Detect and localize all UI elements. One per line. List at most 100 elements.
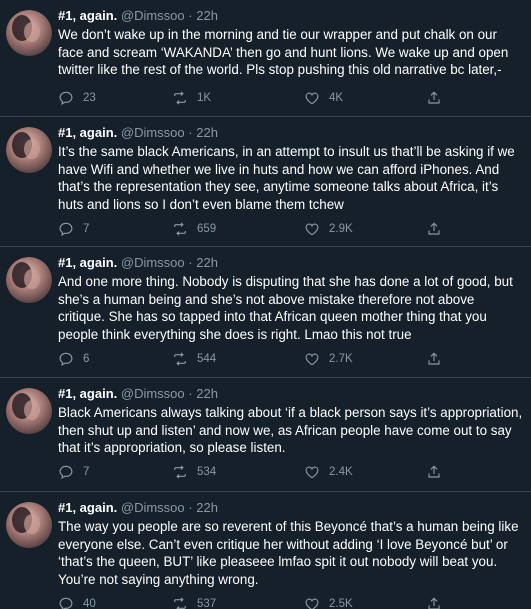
retweet-button[interactable]: 534 — [172, 463, 216, 481]
tweet-text: And one more thing. Nobody is disputing … — [58, 274, 513, 342]
tweet[interactable]: #1, again. @Dimssoo · 22h We don’t wake … — [0, 0, 531, 117]
tweet-header: #1, again. @Dimssoo · 22h — [58, 8, 524, 24]
like-count: 2.7K — [329, 353, 353, 365]
tweet[interactable]: #1, again. @Dimssoo · 22h And one more t… — [0, 247, 531, 378]
tweet-header: #1, again. @Dimssoo · 22h — [58, 386, 524, 402]
like-count: 2.4K — [329, 466, 353, 478]
user-handle[interactable]: @Dimssoo — [121, 500, 185, 515]
heart-icon — [305, 92, 319, 105]
share-button[interactable] — [426, 595, 451, 609]
reply-button[interactable]: 23 — [58, 89, 96, 107]
heart-icon — [305, 353, 319, 366]
retweet-icon — [174, 465, 186, 479]
tweet-header: #1, again. @Dimssoo · 22h — [58, 500, 524, 516]
separator-dot: · — [188, 125, 193, 140]
separator-dot: · — [188, 255, 193, 270]
share-button[interactable] — [426, 89, 451, 107]
heart-icon — [305, 466, 319, 479]
retweet-button[interactable]: 544 — [172, 350, 216, 368]
timestamp[interactable]: 22h — [196, 386, 218, 401]
separator-dot: · — [188, 8, 193, 23]
tweet-actions: 7 659 2.9K — [58, 220, 478, 238]
reply-count: 7 — [83, 223, 90, 235]
timestamp[interactable]: 22h — [196, 125, 218, 140]
like-button[interactable]: 2.9K — [304, 220, 353, 238]
like-count: 4K — [329, 92, 344, 104]
like-count: 2.5K — [329, 598, 353, 609]
avatar[interactable] — [6, 10, 52, 56]
reply-button[interactable]: 40 — [58, 595, 96, 609]
reply-icon — [59, 465, 73, 480]
separator-dot: · — [188, 500, 193, 515]
reply-count: 6 — [83, 353, 90, 365]
reply-icon — [59, 222, 73, 237]
like-button[interactable]: 4K — [304, 89, 343, 107]
retweet-count: 1K — [197, 92, 212, 104]
heart-icon — [305, 223, 319, 236]
display-name[interactable]: #1, again. — [58, 386, 117, 401]
reply-icon — [59, 352, 73, 367]
avatar[interactable] — [6, 502, 52, 548]
like-count: 2.9K — [329, 223, 353, 235]
share-icon — [428, 597, 440, 609]
reply-icon — [59, 597, 73, 609]
user-handle[interactable]: @Dimssoo — [121, 386, 185, 401]
avatar[interactable] — [6, 388, 52, 434]
tweet-actions: 6 544 2.7K — [58, 350, 478, 368]
tweet[interactable]: #1, again. @Dimssoo · 22h The way you pe… — [0, 492, 531, 609]
like-button[interactable]: 2.7K — [304, 350, 353, 368]
like-button[interactable]: 2.4K — [304, 463, 353, 481]
timestamp[interactable]: 22h — [196, 8, 218, 23]
retweet-count: 544 — [197, 353, 217, 365]
tweet-actions: 23 1K 4K — [58, 89, 478, 107]
tweet-text: The way you people are so reverent of th… — [58, 519, 519, 587]
display-name[interactable]: #1, again. — [58, 255, 117, 270]
tweet-text: It’s the same black Americans, in an att… — [58, 144, 515, 212]
tweet-header: #1, again. @Dimssoo · 22h — [58, 125, 524, 141]
retweet-icon — [174, 597, 186, 609]
reply-count: 23 — [83, 92, 96, 104]
retweet-count: 659 — [197, 223, 217, 235]
share-icon — [428, 352, 440, 365]
tweet[interactable]: #1, again. @Dimssoo · 22h Black American… — [0, 378, 531, 492]
retweet-count: 537 — [197, 598, 217, 609]
retweet-count: 534 — [197, 466, 217, 478]
timestamp[interactable]: 22h — [196, 500, 218, 515]
reply-icon — [59, 91, 73, 106]
retweet-button[interactable]: 1K — [172, 89, 211, 107]
display-name[interactable]: #1, again. — [58, 500, 117, 515]
tweet[interactable]: #1, again. @Dimssoo · 22h It’s the same … — [0, 117, 531, 247]
retweet-icon — [174, 352, 186, 366]
reply-count: 40 — [83, 598, 96, 609]
share-icon — [428, 465, 440, 478]
separator-dot: · — [188, 386, 193, 401]
share-button[interactable] — [426, 463, 451, 481]
timestamp[interactable]: 22h — [196, 255, 218, 270]
tweet-actions: 7 534 2.4K — [58, 463, 478, 481]
user-handle[interactable]: @Dimssoo — [121, 8, 185, 23]
tweet-actions: 40 537 2.5K — [58, 595, 478, 609]
retweet-button[interactable]: 659 — [172, 220, 216, 238]
share-button[interactable] — [426, 350, 451, 368]
display-name[interactable]: #1, again. — [58, 8, 117, 23]
reply-button[interactable]: 6 — [58, 350, 89, 368]
display-name[interactable]: #1, again. — [58, 125, 117, 140]
reply-button[interactable]: 7 — [58, 220, 89, 238]
tweet-header: #1, again. @Dimssoo · 22h — [58, 255, 524, 271]
share-button[interactable] — [426, 220, 451, 238]
avatar[interactable] — [6, 257, 52, 303]
reply-count: 7 — [83, 466, 90, 478]
heart-icon — [305, 598, 319, 609]
retweet-icon — [174, 222, 186, 236]
tweet-text: Black Americans always talking about ‘if… — [58, 405, 523, 456]
like-button[interactable]: 2.5K — [304, 595, 353, 609]
tweet-text: We don’t wake up in the morning and tie … — [58, 27, 509, 78]
retweet-icon — [174, 91, 186, 105]
reply-button[interactable]: 7 — [58, 463, 89, 481]
share-icon — [428, 91, 440, 104]
user-handle[interactable]: @Dimssoo — [121, 125, 185, 140]
user-handle[interactable]: @Dimssoo — [121, 255, 185, 270]
avatar[interactable] — [6, 127, 52, 173]
retweet-button[interactable]: 537 — [172, 595, 216, 609]
share-icon — [428, 222, 440, 235]
